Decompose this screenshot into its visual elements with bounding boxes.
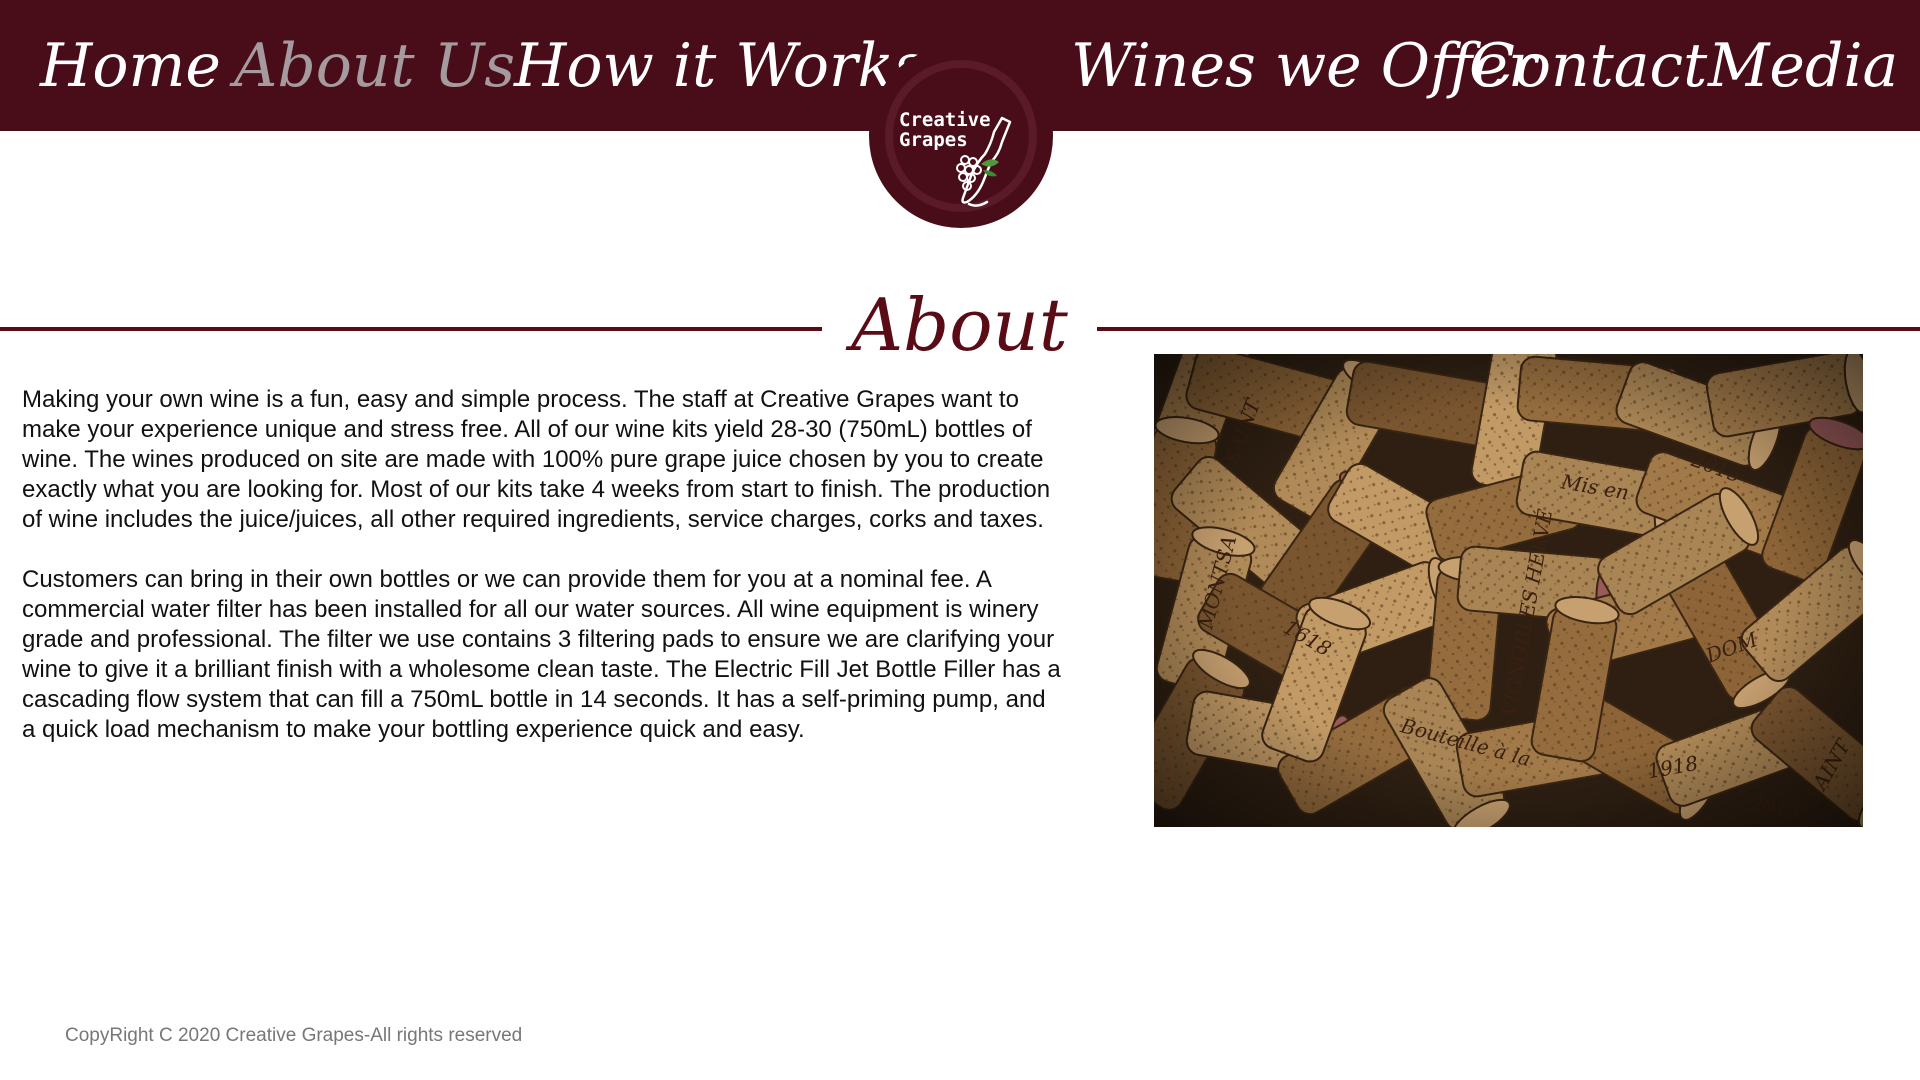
site-logo[interactable]: Creative Grapes xyxy=(869,44,1053,228)
wine-bottle-grapes-icon xyxy=(956,116,1012,207)
nav-about-us[interactable]: About Us xyxy=(234,26,515,106)
footer-copyright: CopyRight C 2020 Creative Grapes-All rig… xyxy=(65,1025,523,1046)
nav-wines-we-offer[interactable]: Wines we Offer xyxy=(1071,26,1537,106)
wine-corks-photo: SAINTMis en2015MONTSA1618VIGNOBLES HERVÉ… xyxy=(1154,354,1863,827)
about-paragraph-1: Making your own wine is a fun, easy and … xyxy=(22,386,1051,533)
nav-home[interactable]: Home xyxy=(40,26,221,106)
section-title: About xyxy=(851,283,1068,367)
nav-contact[interactable]: Contact xyxy=(1469,26,1707,106)
nav-how-it-works[interactable]: How it Works xyxy=(514,26,925,106)
section-divider-right xyxy=(1097,327,1920,331)
about-paragraph-2: Customers can bring in their own bottles… xyxy=(22,566,1061,743)
nav-media[interactable]: Media xyxy=(1708,26,1898,106)
section-divider-left xyxy=(0,327,822,331)
about-content: Making your own wine is a fun, easy and … xyxy=(22,385,1062,775)
corks-illustration: SAINTMis en2015MONTSA1618VIGNOBLES HERVÉ… xyxy=(1154,354,1863,827)
